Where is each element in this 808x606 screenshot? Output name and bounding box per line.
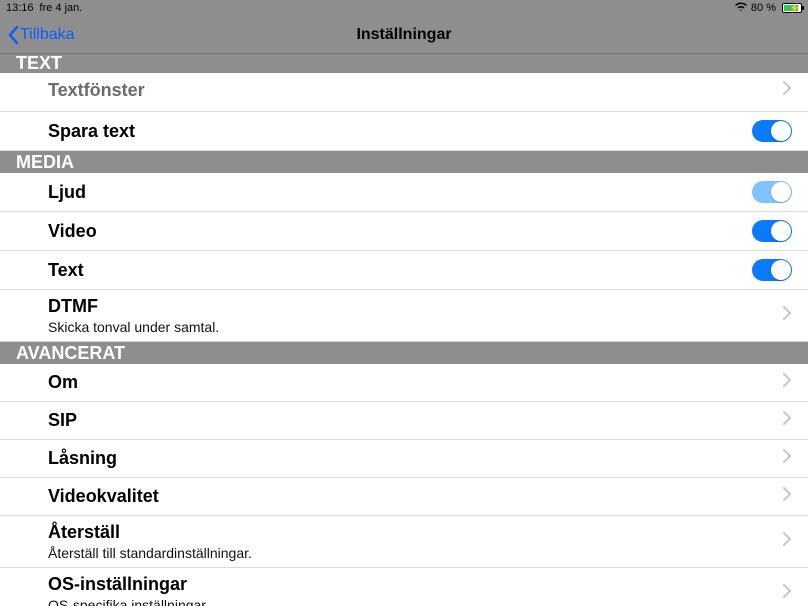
row-ljud[interactable]: Ljud [0, 173, 808, 212]
chevron-right-icon [783, 306, 792, 325]
row-sip[interactable]: SIP [0, 402, 808, 440]
wifi-icon [735, 2, 747, 15]
row-video[interactable]: Video [0, 212, 808, 251]
row-spara-text-label: Spara text [48, 121, 135, 142]
row-aterstall[interactable]: Återställ Återställ till standardinställ… [0, 516, 808, 568]
battery-icon: ⚡ [780, 3, 802, 13]
row-dtmf-sublabel: Skicka tonval under samtal. [48, 319, 219, 335]
section-header-text: TEXT [0, 54, 808, 73]
status-time: 13:16 [6, 2, 34, 14]
toggle-text[interactable] [752, 259, 792, 281]
row-os-installningar[interactable]: OS-inställningar OS-specifika inställnin… [0, 568, 808, 606]
row-dtmf[interactable]: DTMF Skicka tonval under samtal. [0, 290, 808, 342]
back-label: Tillbaka [20, 26, 75, 44]
settings-list: TEXT Textfönster Spara text MEDIA Ljud V… [0, 54, 808, 606]
page-title: Inställningar [0, 26, 808, 44]
toggle-ljud[interactable] [752, 181, 792, 203]
row-os-installningar-label: OS-inställningar [48, 574, 209, 595]
status-bar: 13:16 fre 4 jan. 80 % ⚡ [0, 0, 808, 16]
chevron-right-icon [783, 81, 792, 100]
chevron-right-icon [783, 584, 792, 603]
row-aterstall-label: Återställ [48, 522, 252, 543]
row-videokvalitet-label: Videokvalitet [48, 486, 159, 507]
row-lasning-label: Låsning [48, 448, 117, 469]
row-aterstall-sublabel: Återställ till standardinställningar. [48, 545, 252, 561]
row-text-label: Text [48, 260, 84, 281]
chevron-left-icon [6, 25, 20, 45]
status-date: fre 4 jan. [40, 2, 83, 14]
row-spara-text[interactable]: Spara text [0, 112, 808, 151]
nav-bar: Tillbaka Inställningar [0, 16, 808, 54]
row-sip-label: SIP [48, 410, 77, 431]
row-videokvalitet[interactable]: Videokvalitet [0, 478, 808, 516]
row-text[interactable]: Text [0, 251, 808, 290]
chevron-right-icon [783, 411, 792, 430]
toggle-spara-text[interactable] [752, 120, 792, 142]
row-dtmf-label: DTMF [48, 296, 219, 317]
battery-percentage: 80 % [751, 2, 776, 14]
section-header-media: MEDIA [0, 151, 808, 173]
row-textfonster[interactable]: Textfönster [0, 73, 808, 112]
chevron-right-icon [783, 532, 792, 551]
row-os-installningar-sublabel: OS-specifika inställningar. [48, 597, 209, 606]
row-video-label: Video [48, 221, 97, 242]
chevron-right-icon [783, 449, 792, 468]
row-textfonster-label: Textfönster [48, 80, 145, 101]
row-om[interactable]: Om [0, 364, 808, 402]
row-om-label: Om [48, 372, 78, 393]
row-lasning[interactable]: Låsning [0, 440, 808, 478]
row-ljud-label: Ljud [48, 182, 86, 203]
chevron-right-icon [783, 373, 792, 392]
section-header-advanced: AVANCERAT [0, 342, 808, 364]
toggle-video[interactable] [752, 220, 792, 242]
back-button[interactable]: Tillbaka [0, 25, 75, 45]
chevron-right-icon [783, 487, 792, 506]
